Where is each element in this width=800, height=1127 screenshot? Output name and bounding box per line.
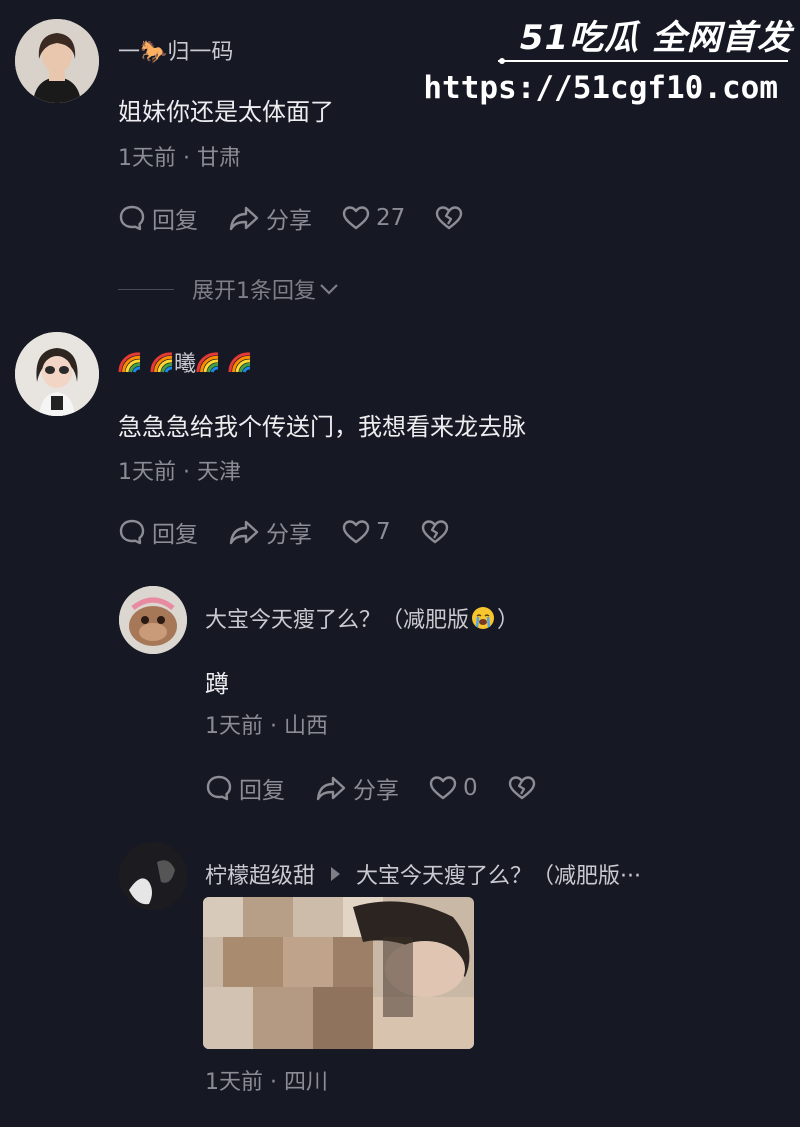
watermark-logo: 51吃瓜 全网首发 (519, 18, 792, 58)
dislike-button[interactable] (435, 205, 463, 231)
reply-icon (206, 775, 232, 801)
expand-replies-label: 展开1条回复 (192, 279, 316, 304)
comment-text: 急急急给我个传送门，我想看来龙去脉 (118, 413, 526, 441)
heart-icon (342, 520, 370, 544)
share-icon (229, 520, 259, 545)
rainbow-icon (228, 352, 251, 373)
heart-icon (429, 776, 457, 800)
expand-replies-button[interactable]: 展开1条回复 (118, 273, 340, 305)
rainbow-icon (150, 352, 173, 373)
reply-icon (119, 205, 145, 231)
share-label: 分享 (353, 778, 399, 804)
like-button[interactable]: 27 (342, 205, 405, 231)
heart-icon (342, 206, 370, 230)
reply-meta: 1天前 · 山西 (205, 714, 328, 739)
share-icon (316, 776, 346, 801)
like-count: 27 (376, 205, 406, 231)
chevron-down-icon (320, 284, 338, 295)
reply-label: 回复 (239, 778, 285, 804)
avatar-dark-photo-icon (119, 842, 187, 910)
reply-username[interactable]: 大宝今天瘦了么？（减肥版 ） (205, 602, 519, 634)
reply-button[interactable]: 回复 (205, 771, 285, 805)
share-icon (229, 206, 259, 231)
blurred-photo-image (203, 897, 474, 1049)
reply-text: 蹲 (205, 670, 229, 698)
avatar-cartoon-icon (119, 586, 187, 654)
like-button[interactable]: 7 (342, 519, 391, 545)
comment-username[interactable]: 一🐎归一码 (118, 34, 233, 66)
username-tail: ） (497, 608, 520, 633)
reply-actions: 回复 分享 0 (205, 771, 566, 805)
watermark-circuit-lines (498, 58, 788, 64)
share-label: 分享 (266, 208, 312, 234)
comment-meta: 1天前 · 甘肃 (118, 146, 241, 171)
share-button[interactable]: 分享 (228, 201, 312, 235)
reply-to-arrow-icon (331, 867, 341, 881)
like-button[interactable]: 0 (429, 775, 478, 801)
username-text: 大宝今天瘦了么？（减肥版 (205, 608, 470, 633)
rainbow-icon (196, 352, 219, 373)
like-count: 0 (463, 775, 478, 801)
reply-label: 回复 (152, 522, 198, 548)
divider-line (118, 288, 174, 290)
reply-username[interactable]: 柠檬超级甜 大宝今天瘦了么？（减肥版··· (205, 858, 641, 890)
reply-icon (119, 519, 145, 545)
avatar[interactable] (15, 19, 99, 103)
dislike-button[interactable] (421, 519, 449, 545)
comment-username[interactable]: 曦 (118, 346, 252, 378)
watermark-url: https://51cgf10.com (423, 70, 778, 106)
dislike-button[interactable] (508, 775, 536, 801)
avatar-woman-icon (15, 19, 99, 103)
comment-text: 姐妹你还是太体面了 (118, 98, 334, 126)
broken-heart-icon (436, 206, 463, 230)
username-text: 柠檬超级甜 (205, 864, 316, 889)
reply-meta: 1天前 · 四川 (205, 1070, 328, 1095)
avatar[interactable] (119, 842, 187, 910)
reply-button[interactable]: 回复 (118, 515, 198, 549)
avatar[interactable] (15, 332, 99, 416)
share-button[interactable]: 分享 (315, 771, 399, 805)
broken-heart-icon (421, 520, 448, 544)
rainbow-icon (118, 352, 141, 373)
reply-to-username[interactable]: 大宝今天瘦了么？（减肥版··· (356, 858, 641, 890)
reply-label: 回复 (152, 208, 198, 234)
like-count: 7 (376, 519, 391, 545)
share-button[interactable]: 分享 (228, 515, 312, 549)
share-label: 分享 (266, 522, 312, 548)
comment-actions: 回复 分享 27 (118, 201, 493, 235)
avatar[interactable] (119, 586, 187, 654)
reply-image[interactable] (203, 897, 474, 1049)
broken-heart-icon (508, 776, 535, 800)
crying-emoji-icon (472, 607, 495, 629)
comment-actions: 回复 分享 7 (118, 515, 479, 549)
reply-button[interactable]: 回复 (118, 201, 198, 235)
comment-meta: 1天前 · 天津 (118, 460, 241, 485)
username-text: 曦 (174, 352, 197, 377)
avatar-girl-icon (15, 332, 99, 416)
